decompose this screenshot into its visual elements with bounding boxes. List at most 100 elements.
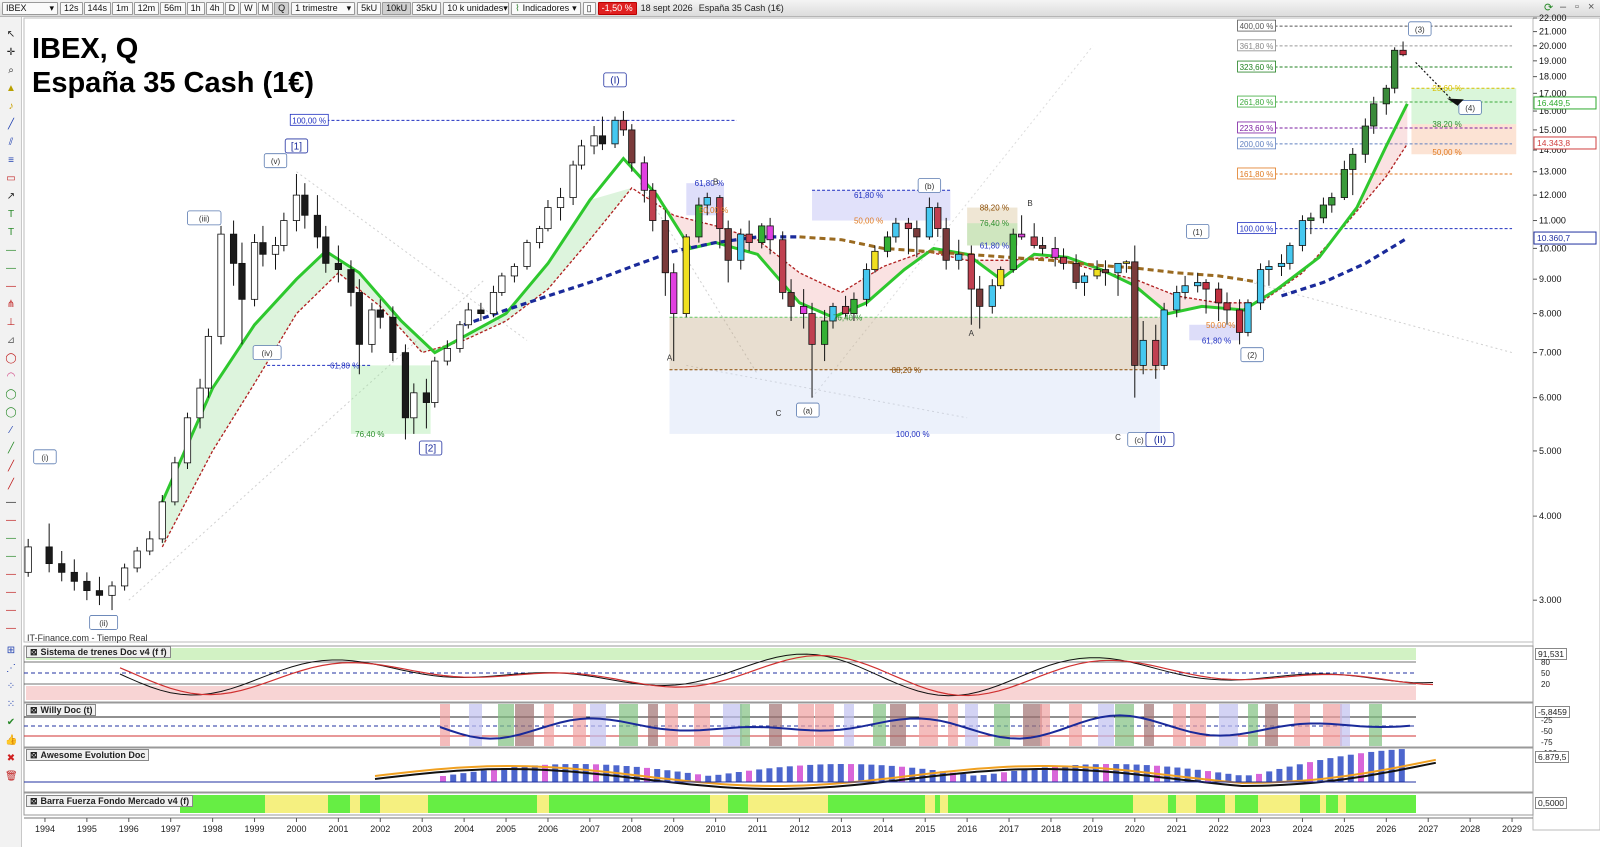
indicator-panel-label[interactable]: ⊠ Awesome Evolution Doc xyxy=(26,749,150,761)
candle-body xyxy=(942,228,950,261)
close-panel-icon[interactable]: ⊠ xyxy=(30,705,38,715)
awesome-bar xyxy=(766,768,773,782)
awesome-bar xyxy=(970,775,977,782)
y-tick-label: 21.000 xyxy=(1539,27,1567,37)
strength-bar-yellow xyxy=(1320,795,1326,813)
willy-band xyxy=(694,704,710,746)
fib-label: 261,80 % xyxy=(1240,98,1274,107)
fib-label: 76,40 % xyxy=(980,219,1009,228)
indicator-panel-label[interactable]: ⊠ Willy Doc (t) xyxy=(26,704,97,716)
candle-body xyxy=(1181,285,1189,293)
candle-body xyxy=(498,275,506,293)
strength-bar-yellow xyxy=(1176,795,1196,813)
candle-body xyxy=(661,220,669,274)
awesome-bar xyxy=(1337,756,1344,782)
fib-zone-green xyxy=(350,365,431,434)
x-tick-label: 2012 xyxy=(789,824,809,834)
awesome-bar xyxy=(440,776,446,782)
strength-bar-yellow xyxy=(748,795,828,813)
willy-band xyxy=(723,704,742,746)
candle-body xyxy=(1256,269,1265,304)
strength-bar-yellow xyxy=(1225,795,1235,813)
y-tick-label: 15.000 xyxy=(1539,125,1567,135)
y-tick-label: 20.000 xyxy=(1539,41,1567,51)
willy-band xyxy=(469,704,482,746)
willy-band xyxy=(665,704,678,746)
x-tick-label: 1999 xyxy=(245,824,265,834)
candle-body xyxy=(1139,339,1147,366)
indicator-panel-value-badge: 0,5000 xyxy=(1535,797,1567,809)
indicator-panel-label[interactable]: ⊠ Sistema de trenes Doc v4 (f f) xyxy=(26,646,171,658)
x-tick-label: 2017 xyxy=(999,824,1019,834)
candle-body xyxy=(183,417,192,464)
awesome-bar xyxy=(827,764,834,782)
candle-body xyxy=(1051,247,1059,258)
candle-body xyxy=(808,313,816,345)
willy-band xyxy=(844,704,854,746)
awesome-bar xyxy=(501,768,508,782)
candle-body xyxy=(158,501,166,540)
candle-body xyxy=(1399,49,1407,56)
candle-body xyxy=(431,360,439,403)
y-tick-label: 4.000 xyxy=(1539,511,1562,521)
candle-body xyxy=(1202,282,1210,290)
candle-body xyxy=(758,225,766,244)
awesome-bar xyxy=(837,764,844,782)
awesome-bar xyxy=(746,770,752,782)
candle-body xyxy=(649,189,657,221)
candle-body xyxy=(967,253,975,290)
wave-label: (3) xyxy=(1415,25,1425,34)
chart-title-line2: España 35 Cash (1€) xyxy=(32,67,315,99)
awesome-bar xyxy=(491,769,497,782)
x-tick-label: 2014 xyxy=(873,824,893,834)
candle-body xyxy=(1080,275,1089,283)
chart-canvas[interactable]: 3.000 4.000 5.000 6.000 7.000 8.000 9.000 10.00… xyxy=(0,0,1600,861)
willy-band xyxy=(1115,704,1134,746)
willy-band xyxy=(1023,704,1042,746)
willy-band xyxy=(919,704,938,746)
willy-band xyxy=(994,704,1010,746)
willy-band xyxy=(590,704,606,746)
candle-body xyxy=(217,233,225,337)
y-tick-label: 5.000 xyxy=(1539,446,1562,456)
x-tick-label: 1994 xyxy=(35,824,55,834)
wave-label: C xyxy=(1115,433,1121,442)
y-tick-label: 9.000 xyxy=(1539,274,1562,284)
candle-body xyxy=(1349,153,1357,170)
awesome-bar xyxy=(1245,775,1252,782)
x-tick-label: 2020 xyxy=(1125,824,1145,834)
y-tick-label: 19.000 xyxy=(1539,56,1567,66)
candle-body xyxy=(301,194,309,216)
x-tick-label: 2016 xyxy=(957,824,977,834)
fib-label: 88,20 % xyxy=(892,366,921,375)
indicator-panel-label[interactable]: ⊠ Barra Fuerza Fondo Mercado v4 (f) xyxy=(26,795,194,807)
candle-body xyxy=(766,225,774,241)
close-panel-icon[interactable]: ⊠ xyxy=(30,750,38,760)
fib-label: 23,60 % xyxy=(1432,84,1461,93)
fib-zone-orange-right xyxy=(1411,124,1517,155)
indicator-panel-value-badge: 6.879,5 xyxy=(1535,751,1570,763)
indicator-panel-tick-label: 20 xyxy=(1541,680,1550,689)
candle-body xyxy=(1307,217,1315,221)
x-tick-label: 2002 xyxy=(370,824,390,834)
strength-bar-yellow xyxy=(1133,795,1168,813)
candle-body xyxy=(955,253,963,261)
fib-label: 38,20 % xyxy=(1432,120,1461,129)
awesome-bar xyxy=(756,769,763,782)
awesome-bar xyxy=(1266,771,1273,782)
close-panel-icon[interactable]: ⊠ xyxy=(30,796,38,806)
candle-body xyxy=(1101,269,1110,274)
close-panel-icon[interactable]: ⊠ xyxy=(30,647,38,657)
x-tick-label: 2008 xyxy=(622,824,642,834)
awesome-bar xyxy=(980,775,987,782)
wave-label: (II) xyxy=(1154,435,1166,446)
candle-body xyxy=(682,236,690,314)
x-tick-label: 2023 xyxy=(1251,824,1271,834)
candle-body xyxy=(1009,233,1017,270)
candle-body xyxy=(133,550,141,569)
candle-body xyxy=(1160,309,1168,366)
awesome-bar xyxy=(1103,764,1109,782)
candle-body xyxy=(347,269,355,293)
willy-band xyxy=(890,704,906,746)
x-tick-label: 2007 xyxy=(580,824,600,834)
